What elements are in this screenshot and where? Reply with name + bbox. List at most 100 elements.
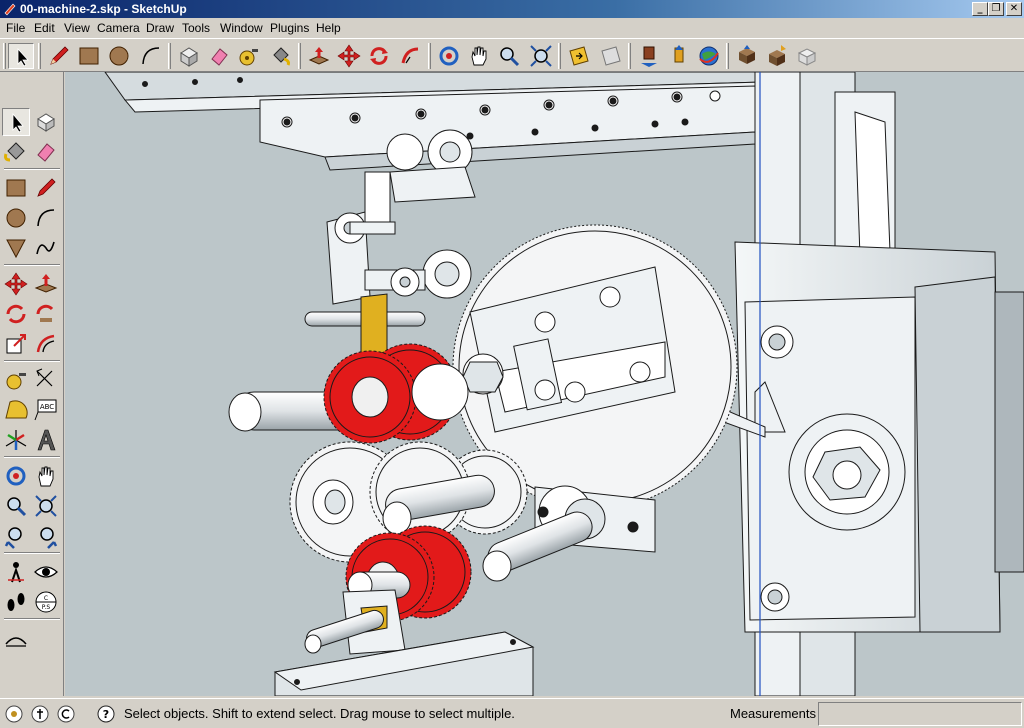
menu-draw[interactable]: Draw bbox=[146, 21, 174, 35]
menu-edit[interactable]: Edit bbox=[34, 21, 55, 35]
select-icon[interactable] bbox=[2, 108, 30, 136]
orbit-icon[interactable] bbox=[436, 43, 462, 69]
menu-plugins[interactable]: Plugins bbox=[270, 21, 309, 35]
walk-icon[interactable] bbox=[2, 588, 30, 616]
circle-icon[interactable] bbox=[106, 43, 132, 69]
axes-icon[interactable] bbox=[2, 426, 30, 454]
look-around-icon[interactable] bbox=[32, 558, 60, 586]
menu-tools[interactable]: Tools bbox=[182, 21, 210, 35]
status-hint-text: Select objects. Shift to extend select. … bbox=[124, 706, 515, 721]
model-viewport[interactable] bbox=[65, 72, 1024, 696]
make-component-icon[interactable] bbox=[176, 43, 202, 69]
toolbar-grip[interactable] bbox=[298, 43, 301, 69]
move-icon[interactable] bbox=[2, 270, 30, 298]
pan-icon[interactable] bbox=[32, 462, 60, 490]
tape-measure-icon[interactable] bbox=[236, 43, 262, 69]
toolbar-grip[interactable] bbox=[168, 43, 171, 69]
measurements-label: Measurements bbox=[730, 706, 816, 721]
toolbar-separator bbox=[4, 264, 60, 266]
follow-me-icon[interactable] bbox=[32, 300, 60, 328]
make-component-icon[interactable] bbox=[32, 108, 60, 136]
orbit-icon[interactable] bbox=[2, 462, 30, 490]
zoom-icon[interactable] bbox=[2, 492, 30, 520]
measurements-input[interactable] bbox=[818, 702, 1022, 726]
toolbar-grip[interactable] bbox=[428, 43, 431, 69]
menu-bar: File Edit View Camera Draw Tools Window … bbox=[0, 18, 1024, 38]
section-display-icon[interactable] bbox=[598, 43, 624, 69]
component-options-icon[interactable] bbox=[794, 43, 820, 69]
menu-help[interactable]: Help bbox=[316, 21, 341, 35]
machine-model bbox=[104, 72, 1024, 696]
status-bar: ? Select objects. Shift to extend select… bbox=[0, 698, 1024, 728]
components-icon[interactable] bbox=[734, 43, 760, 69]
tape-measure-icon[interactable] bbox=[2, 366, 30, 394]
next-view-icon[interactable] bbox=[32, 522, 60, 550]
rotate-icon[interactable] bbox=[2, 300, 30, 328]
dimension-icon[interactable] bbox=[32, 366, 60, 394]
polygon-icon[interactable] bbox=[2, 234, 30, 262]
zoom-extents-icon[interactable] bbox=[528, 43, 554, 69]
upper-red-gear-stack bbox=[228, 343, 469, 444]
previous-view-icon[interactable] bbox=[2, 522, 30, 550]
rotate-icon[interactable] bbox=[366, 43, 392, 69]
arc-icon[interactable] bbox=[32, 204, 60, 232]
toolbar-grip[interactable] bbox=[558, 43, 561, 69]
text-tool-label: ABC bbox=[40, 403, 54, 411]
close-button[interactable]: ✕ bbox=[1006, 2, 1022, 16]
sandbox-icon[interactable] bbox=[2, 626, 30, 654]
position-camera-icon[interactable] bbox=[2, 558, 30, 586]
text-icon[interactable]: ABC bbox=[32, 396, 60, 424]
pencil-icon[interactable] bbox=[46, 43, 72, 69]
freehand-icon[interactable] bbox=[32, 234, 60, 262]
menu-camera[interactable]: Camera bbox=[97, 21, 140, 35]
eraser-icon[interactable] bbox=[32, 138, 60, 166]
toolbar-grip[interactable] bbox=[628, 43, 631, 69]
protractor-icon[interactable] bbox=[2, 396, 30, 424]
menu-view[interactable]: View bbox=[64, 21, 90, 35]
follow-me-icon[interactable] bbox=[398, 43, 424, 69]
get-models-icon[interactable] bbox=[636, 43, 662, 69]
toolbar-separator bbox=[4, 618, 60, 620]
paint-bucket-icon[interactable] bbox=[268, 43, 294, 69]
push-pull-icon[interactable] bbox=[32, 270, 60, 298]
pan-icon[interactable] bbox=[466, 43, 492, 69]
offset-icon[interactable] bbox=[32, 330, 60, 358]
geo-location-icon[interactable] bbox=[4, 704, 24, 724]
menu-file[interactable]: File bbox=[6, 21, 25, 35]
restore-button[interactable]: ❐ bbox=[988, 2, 1004, 16]
sign-in-icon[interactable] bbox=[56, 704, 76, 724]
scale-icon[interactable] bbox=[2, 330, 30, 358]
toolbar-separator bbox=[4, 552, 60, 554]
main-toolbar bbox=[0, 38, 1024, 72]
toolbar-grip[interactable] bbox=[3, 43, 6, 69]
move-icon[interactable] bbox=[336, 43, 362, 69]
select-arrow-icon[interactable] bbox=[8, 43, 34, 69]
section-icon[interactable]: C P.S bbox=[32, 588, 60, 616]
rectangle-icon[interactable] bbox=[76, 43, 102, 69]
dynamic-components-icon[interactable] bbox=[764, 43, 790, 69]
push-pull-icon[interactable] bbox=[306, 43, 332, 69]
toolbar-separator bbox=[4, 360, 60, 362]
rectangle-icon[interactable] bbox=[2, 174, 30, 202]
line-icon[interactable] bbox=[32, 174, 60, 202]
share-model-icon[interactable] bbox=[666, 43, 692, 69]
eraser-icon[interactable] bbox=[206, 43, 232, 69]
svg-text:P.S: P.S bbox=[42, 604, 51, 611]
minimize-button[interactable]: _ bbox=[972, 2, 988, 16]
section-tool-label: C bbox=[44, 595, 48, 602]
3d-text-icon[interactable] bbox=[32, 426, 60, 454]
zoom-icon[interactable] bbox=[496, 43, 522, 69]
toolbar-grip[interactable] bbox=[38, 43, 41, 69]
yellow-bracket bbox=[360, 293, 388, 356]
credits-icon[interactable] bbox=[30, 704, 50, 724]
google-earth-icon[interactable] bbox=[696, 43, 722, 69]
section-plane-icon[interactable] bbox=[566, 43, 592, 69]
help-icon[interactable]: ? bbox=[96, 704, 116, 724]
paint-bucket-icon[interactable] bbox=[2, 138, 30, 166]
circle-icon[interactable] bbox=[2, 204, 30, 232]
arc-icon[interactable] bbox=[138, 43, 164, 69]
zoom-window-icon[interactable] bbox=[32, 492, 60, 520]
toolbar-grip[interactable] bbox=[726, 43, 729, 69]
toolbar-separator bbox=[4, 168, 60, 170]
menu-window[interactable]: Window bbox=[220, 21, 263, 35]
